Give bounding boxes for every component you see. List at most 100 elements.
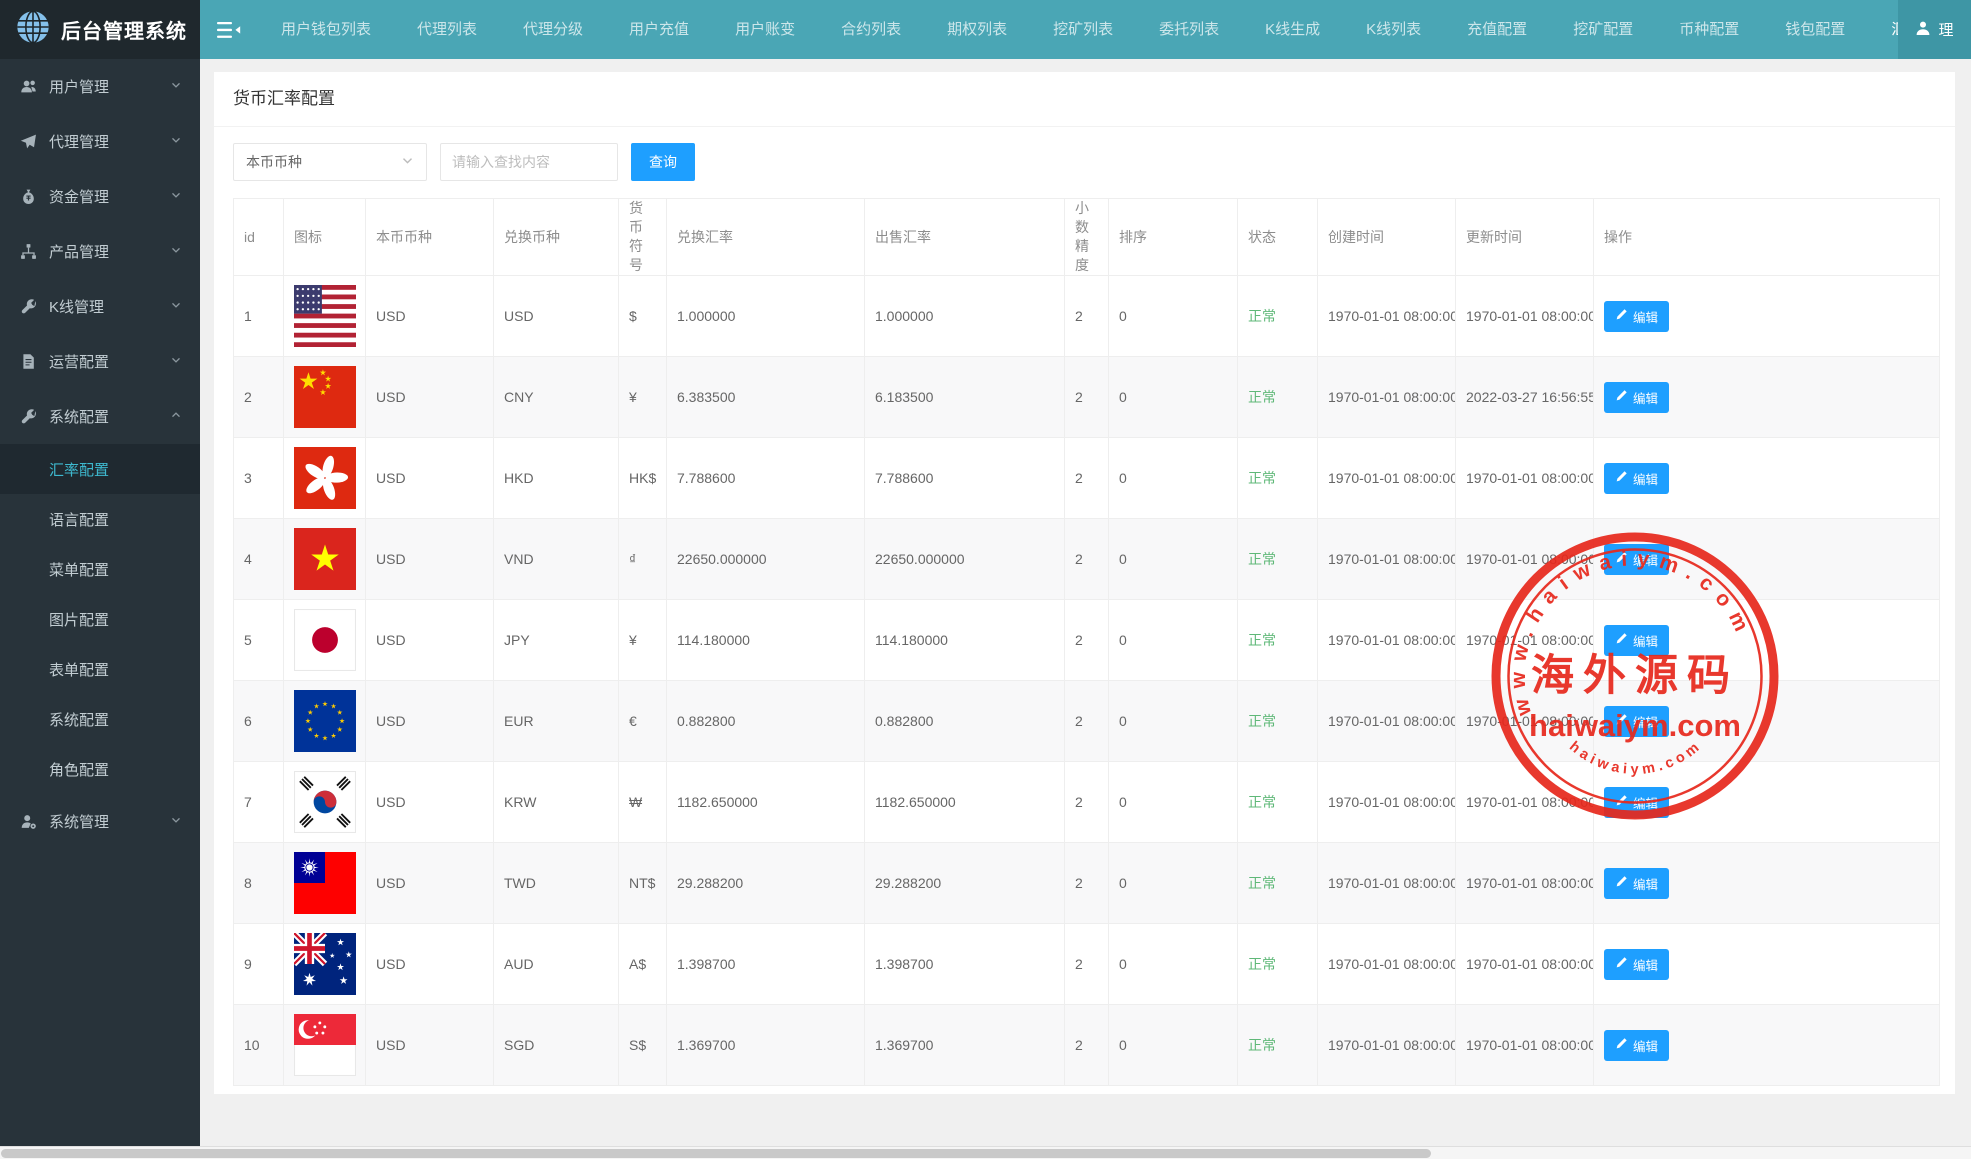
edit-button[interactable]: 编辑 [1604,706,1669,737]
system-admin-icon [20,813,37,830]
horizontal-scrollbar-thumb[interactable] [1,1149,1431,1158]
sidebar-item-1[interactable]: 用户管理 [0,59,200,114]
flag-hk-icon [294,447,356,509]
status-badge: 正常 [1248,794,1276,810]
sidebar-item-2[interactable]: 代理管理 [0,114,200,169]
sidebar-item-8[interactable]: 系统管理 [0,794,200,849]
sidebar-subitem-3[interactable]: 菜单配置 [0,544,200,594]
decimal-precision-cell: 2 [1065,1005,1109,1086]
sidebar-item-3[interactable]: 资金管理 [0,169,200,224]
pencil-icon [1615,1037,1628,1053]
buy-rate-cell: 7.788600 [667,438,865,519]
nav-tab-10[interactable]: K线生成 [1242,0,1343,59]
sort-order-cell: 0 [1109,843,1238,924]
updated-time-cell: 1970-01-01 08:00:00 [1456,924,1594,1005]
currency-symbol-cell: A$ [619,924,667,1005]
sidebar-item-6[interactable]: 运营配置 [0,334,200,389]
sidebar-subitem-5[interactable]: 表单配置 [0,644,200,694]
quote-currency-cell: JPY [494,600,619,681]
edit-button[interactable]: 编辑 [1604,787,1669,818]
nav-tab-4[interactable]: 用户充值 [606,0,712,59]
edit-button[interactable]: 编辑 [1604,301,1669,332]
flag-cell [284,924,366,1005]
sidebar-subitem-4[interactable]: 图片配置 [0,594,200,644]
decimal-precision-cell: 2 [1065,843,1109,924]
table-row-6: 6USDEUR€0.8828000.88280020正常1970-01-01 0… [234,681,1940,762]
nav-tab-7[interactable]: 期权列表 [924,0,1030,59]
created-time-cell: 1970-01-01 08:00:00 [1318,924,1456,1005]
decimal-precision-cell: 2 [1065,438,1109,519]
sort-order-cell: 0 [1109,519,1238,600]
sidebar-item-label: K线管理 [49,296,170,317]
currency-symbol-cell: € [619,681,667,762]
table-row-7: 7 USDKRW₩1182.6500001182.65000020正常1970-… [234,762,1940,843]
nav-tab-2[interactable]: 代理列表 [394,0,500,59]
sidebar-submenu: 汇率配置语言配置菜单配置图片配置表单配置系统配置角色配置 [0,444,200,794]
table-header-row: id图标本币币种兑换币种货币符号兑换汇率出售汇率小数精度排序状态创建时间更新时间… [234,199,1940,276]
sidebar-subitem-2[interactable]: 语言配置 [0,494,200,544]
created-time-cell: 1970-01-01 08:00:00 [1318,681,1456,762]
nav-tab-9[interactable]: 委托列表 [1136,0,1242,59]
status-cell: 正常 [1238,681,1318,762]
sidebar-subitem-7[interactable]: 角色配置 [0,744,200,794]
updated-time-cell: 1970-01-01 08:00:00 [1456,762,1594,843]
status-badge: 正常 [1248,1037,1276,1053]
edit-button[interactable]: 编辑 [1604,625,1669,656]
content-card: 货币汇率配置 本币币种 查询 id图标本币币种兑换币种货币符号兑换汇率出售汇率小… [214,72,1955,1094]
row-id-cell: 4 [234,519,284,600]
search-input[interactable] [440,143,618,181]
pencil-icon [1615,470,1628,486]
flag-cell [284,519,366,600]
nav-tab-label: 钱包配置 [1785,21,1845,38]
quote-currency-cell: TWD [494,843,619,924]
sidebar-item-label: 用户管理 [49,76,170,97]
sidebar-item-7[interactable]: 系统配置 [0,389,200,444]
sidebar-item-5[interactable]: K线管理 [0,279,200,334]
search-button[interactable]: 查询 [631,143,695,181]
currency-symbol-cell: ₩ [619,762,667,843]
edit-button[interactable]: 编辑 [1604,382,1669,413]
buy-rate-cell: 114.180000 [667,600,865,681]
edit-button[interactable]: 编辑 [1604,868,1669,899]
status-badge: 正常 [1248,875,1276,891]
sidebar-subitem-1[interactable]: 汇率配置 [0,444,200,494]
buy-rate-cell: 6.383500 [667,357,865,438]
edit-button[interactable]: 编辑 [1604,544,1669,575]
column-header-4: 兑换币种 [494,199,619,276]
nav-tab-5[interactable]: 用户账变 [712,0,818,59]
sidebar-subitem-6[interactable]: 系统配置 [0,694,200,744]
row-id-cell: 2 [234,357,284,438]
nav-tab-15[interactable]: 钱包配置 [1762,0,1868,59]
buy-rate-cell: 0.882800 [667,681,865,762]
currency-type-select[interactable]: 本币币种 [233,143,427,181]
pencil-icon [1615,875,1628,891]
nav-tab-14[interactable]: 币种配置 [1656,0,1762,59]
nav-tab-13[interactable]: 挖矿配置 [1550,0,1656,59]
nav-tab-12[interactable]: 充值配置 [1444,0,1550,59]
chevron-down-icon [401,154,414,170]
user-menu[interactable]: 理 [1898,0,1971,59]
edit-button[interactable]: 编辑 [1604,463,1669,494]
sidebar-item-4[interactable]: 产品管理 [0,224,200,279]
currency-symbol-cell: HK$ [619,438,667,519]
nav-tab-8[interactable]: 挖矿列表 [1030,0,1136,59]
pencil-icon [1615,551,1628,567]
edit-button[interactable]: 编辑 [1604,1030,1669,1061]
flag-cell [284,1005,366,1086]
nav-tab-11[interactable]: K线列表 [1343,0,1444,59]
top-nav: 用户钱包列表代理列表代理分级用户充值用户账变合约列表期权列表挖矿列表委托列表K线… [200,0,1971,59]
status-badge: 正常 [1248,389,1276,405]
edit-button[interactable]: 编辑 [1604,949,1669,980]
table-row-10: 10 USDSGDS$1.3697001.36970020正常1970-01-0… [234,1005,1940,1086]
edit-button-label: 编辑 [1633,874,1658,893]
horizontal-scrollbar[interactable] [0,1146,1971,1159]
sell-rate-cell: 114.180000 [865,600,1065,681]
nav-tab-6[interactable]: 合约列表 [818,0,924,59]
currency-symbol-cell: ¥ [619,357,667,438]
chevron-down-icon [170,298,182,315]
nav-tab-1[interactable]: 用户钱包列表 [258,0,394,59]
collapse-menu-icon[interactable] [200,21,258,39]
nav-tab-3[interactable]: 代理分级 [500,0,606,59]
actions-cell: 编辑 [1594,276,1940,357]
status-cell: 正常 [1238,438,1318,519]
